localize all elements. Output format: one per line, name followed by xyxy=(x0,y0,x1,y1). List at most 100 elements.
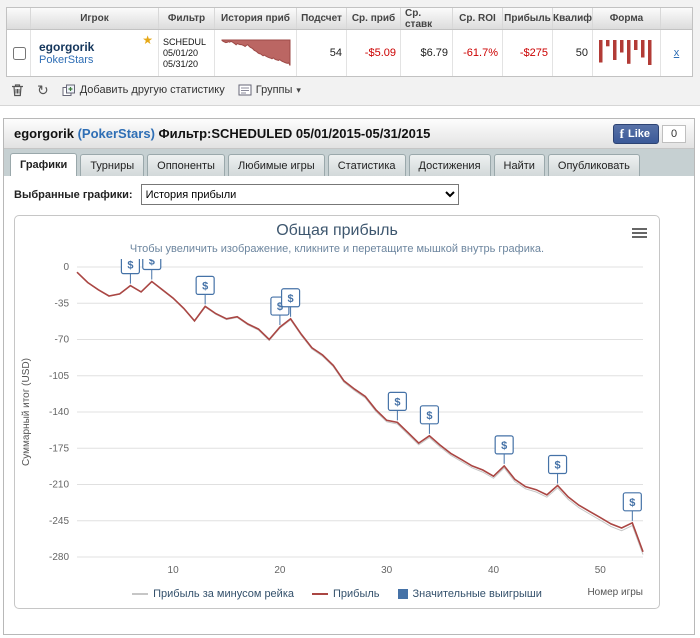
tab-publish[interactable]: Опубликовать xyxy=(547,154,640,176)
legend-label-big-wins: Значительные выигрыши xyxy=(412,588,542,600)
column-header-avg-stake[interactable]: Ср. ставк xyxy=(401,8,453,29)
red-line-swatch xyxy=(312,593,328,595)
column-header-close xyxy=(661,8,692,29)
tab-find[interactable]: Найти xyxy=(493,154,545,176)
svg-text:$: $ xyxy=(426,410,432,422)
svg-text:$: $ xyxy=(629,497,635,509)
filter-type: SCHEDUL xyxy=(163,36,207,47)
refresh-button[interactable]: ↻ xyxy=(34,82,52,98)
row-select-cell xyxy=(7,30,31,76)
chart-select-label: Выбранные графики: xyxy=(14,188,133,201)
avg-roi-cell: -61.7% xyxy=(453,30,503,76)
column-header-filter[interactable]: Фильтр xyxy=(159,8,215,29)
chart-legend-row: Прибыль за минусом рейка Прибыль Значите… xyxy=(15,584,659,604)
column-header-avg-roi[interactable]: Ср. ROI xyxy=(453,8,503,29)
svg-text:$: $ xyxy=(501,440,507,452)
chart-title: Общая прибыль xyxy=(276,222,398,239)
grey-line-swatch xyxy=(132,593,149,595)
table-row: egorgorik PokerStars ★ SCHEDUL 05/01/20 … xyxy=(7,30,692,76)
column-header-qualify[interactable]: Квалиф xyxy=(553,8,593,29)
avg-stake-cell: $6.79 xyxy=(401,30,453,76)
avg-profit-cell: -$5.09 xyxy=(347,30,401,76)
legend-label-profit-minus-rake: Прибыль за минусом рейка xyxy=(153,588,294,600)
filter-cell: SCHEDUL 05/01/20 05/31/20 xyxy=(159,30,215,76)
column-header-avg-profit[interactable]: Ср. приб xyxy=(347,8,401,29)
svg-text:$: $ xyxy=(288,293,294,305)
profit-line-chart[interactable]: 0 -35 -70 -105 -140 -175 -210 -245 -280 10 20 30 40 5… xyxy=(17,259,657,583)
top-stats-section: Игрок Фильтр История приб Подсчет Ср. пр… xyxy=(0,0,700,106)
svg-text:-105: -105 xyxy=(49,371,69,382)
filter-date-from: 05/01/20 xyxy=(163,47,199,58)
sparkline-chart[interactable] xyxy=(219,36,292,70)
add-statistic-icon xyxy=(62,84,75,96)
player-cell: egorgorik PokerStars ★ xyxy=(31,30,159,76)
profit-history-sparkline[interactable] xyxy=(215,30,297,76)
groups-button[interactable]: Группы ▾ xyxy=(235,82,304,98)
player-detail-panel: egorgorik (PokerStars) Фильтр:SCHEDULED … xyxy=(3,118,695,635)
column-header-profit[interactable]: Прибыль xyxy=(503,8,553,29)
legend-item-profit-minus-rake[interactable]: Прибыль за минусом рейка xyxy=(132,588,294,600)
tab-content: Выбранные графики: История прибыли Общая… xyxy=(4,176,694,617)
svg-text:$: $ xyxy=(149,259,155,268)
legend-label-profit: Прибыль xyxy=(333,588,380,600)
profit-chart-container[interactable]: Общая прибыль Чтобы увеличить изображени… xyxy=(14,215,660,609)
panel-site-name[interactable]: (PokerStars) xyxy=(78,126,155,141)
remove-row-link[interactable]: x xyxy=(674,47,680,59)
player-name-link[interactable]: egorgorik xyxy=(39,40,94,54)
svg-text:-280: -280 xyxy=(49,552,69,563)
svg-text:10: 10 xyxy=(168,565,180,576)
column-header-player[interactable]: Игрок xyxy=(31,8,159,29)
tab-achievements[interactable]: Достижения xyxy=(408,154,491,176)
svg-text:Суммарный итог (USD): Суммарный итог (USD) xyxy=(21,358,32,466)
legend-item-profit[interactable]: Прибыль xyxy=(312,588,380,600)
chevron-down-icon: ▾ xyxy=(296,84,301,95)
column-header-form[interactable]: Форма xyxy=(593,8,661,29)
column-header-select xyxy=(7,8,31,29)
tab-tournaments[interactable]: Турниры xyxy=(80,154,145,176)
svg-text:50: 50 xyxy=(595,565,607,576)
row-checkbox[interactable] xyxy=(12,46,26,60)
panel-player-name: egorgorik xyxy=(14,126,74,141)
svg-text:40: 40 xyxy=(488,565,500,576)
svg-text:-175: -175 xyxy=(49,443,69,454)
tab-bar: Графики Турниры Оппоненты Любимые игры С… xyxy=(4,149,694,176)
remove-cell: x xyxy=(661,30,692,76)
tab-charts[interactable]: Графики xyxy=(10,153,78,176)
chart-subtitle: Чтобы увеличить изображение, кликните и … xyxy=(129,243,545,255)
table-toolbar: ↻ Добавить другую статистику Группы ▾ xyxy=(8,81,304,99)
chart-legend: Прибыль за минусом рейка Прибыль Значите… xyxy=(15,584,659,604)
panel-filter-text: Фильтр:SCHEDULED 05/01/2015-05/31/2015 xyxy=(158,126,431,141)
trash-icon xyxy=(12,84,23,97)
column-header-history[interactable]: История приб xyxy=(215,8,297,29)
count-cell: 54 xyxy=(297,30,347,76)
svg-text:-70: -70 xyxy=(55,335,70,346)
svg-text:-35: -35 xyxy=(55,298,70,309)
column-header-count[interactable]: Подсчет xyxy=(297,8,347,29)
delete-button[interactable] xyxy=(8,81,27,99)
svg-text:-140: -140 xyxy=(49,407,69,418)
facebook-icon: f xyxy=(619,126,624,141)
add-statistic-button[interactable]: Добавить другую статистику xyxy=(59,82,228,99)
chart-controls: Выбранные графики: История прибыли xyxy=(14,184,684,205)
groups-label: Группы xyxy=(255,84,293,96)
svg-text:$: $ xyxy=(394,396,400,408)
svg-text:0: 0 xyxy=(63,262,69,273)
svg-text:20: 20 xyxy=(274,565,286,576)
legend-item-big-wins[interactable]: Значительные выигрыши xyxy=(397,588,542,600)
facebook-like-widget: f Like 0 xyxy=(612,124,686,144)
x-axis-title: Номер игры xyxy=(587,587,643,598)
chart-type-select[interactable]: История прибыли xyxy=(140,184,459,205)
chart-menu-icon[interactable] xyxy=(632,226,647,240)
svg-text:$: $ xyxy=(555,460,561,472)
facebook-like-button[interactable]: f Like xyxy=(612,124,659,144)
groups-icon xyxy=(238,84,252,96)
svg-text:-210: -210 xyxy=(49,480,69,491)
filter-date-to: 05/31/20 xyxy=(163,58,199,69)
add-statistic-label: Добавить другую статистику xyxy=(79,84,225,96)
tab-opponents[interactable]: Оппоненты xyxy=(147,154,225,176)
tab-statistics[interactable]: Статистика xyxy=(327,154,406,176)
refresh-icon: ↻ xyxy=(37,82,49,98)
player-site-link[interactable]: PokerStars xyxy=(39,54,93,66)
player-stats-table: Игрок Фильтр История приб Подсчет Ср. пр… xyxy=(6,7,693,77)
tab-favorite-games[interactable]: Любимые игры xyxy=(227,154,325,176)
